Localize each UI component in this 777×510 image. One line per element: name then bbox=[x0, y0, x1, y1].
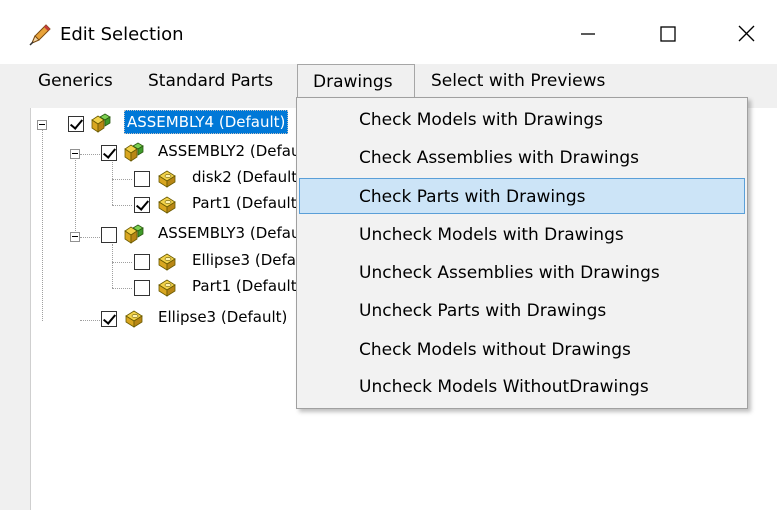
menu-item-uncheck-models-with-drawings[interactable]: Uncheck Models with Drawings bbox=[299, 217, 745, 253]
tree-line bbox=[75, 154, 76, 239]
tree-checkbox[interactable] bbox=[134, 254, 150, 270]
collapse-toggle-icon[interactable] bbox=[70, 232, 80, 242]
tree-node-label[interactable]: Ellipse3 (Default) bbox=[158, 306, 287, 328]
tree-checkbox[interactable] bbox=[68, 116, 84, 132]
menu-item-uncheck-models-without-drawings[interactable]: Uncheck Models WithoutDrawings bbox=[299, 369, 745, 405]
collapse-toggle-icon[interactable] bbox=[70, 149, 80, 159]
tree-line bbox=[80, 154, 100, 155]
menu-item-uncheck-assemblies-with-drawings[interactable]: Uncheck Assemblies with Drawings bbox=[299, 255, 745, 291]
assembly-icon bbox=[124, 142, 144, 162]
menu-item-uncheck-parts-with-drawings[interactable]: Uncheck Parts with Drawings bbox=[299, 293, 745, 329]
tree-line bbox=[42, 128, 43, 321]
drawings-dropdown-menu: Check Models with Drawings Check Assembl… bbox=[296, 97, 748, 409]
tree-line bbox=[112, 179, 132, 180]
tree-line bbox=[112, 244, 113, 288]
tree-line bbox=[80, 237, 100, 238]
tree-line bbox=[112, 288, 132, 289]
assembly-icon bbox=[124, 224, 144, 244]
tree-node-label[interactable]: Part1 (Default) bbox=[192, 275, 302, 297]
tree-checkbox[interactable] bbox=[134, 197, 150, 213]
assembly-icon bbox=[91, 113, 111, 133]
part-icon bbox=[125, 310, 143, 328]
tree-checkbox[interactable] bbox=[101, 145, 117, 161]
edit-selection-window: Edit Selection Generics Standard Parts D… bbox=[0, 0, 777, 510]
tree-node-label[interactable]: ASSEMBLY4 (Default) bbox=[124, 110, 289, 134]
tree-node-label[interactable]: ASSEMBLY3 (Default) bbox=[158, 222, 316, 244]
tree-line bbox=[112, 160, 113, 205]
tree-line bbox=[112, 262, 132, 263]
part-icon bbox=[158, 279, 176, 297]
tree-checkbox[interactable] bbox=[134, 171, 150, 187]
tree-line bbox=[112, 205, 132, 206]
tree-node-label[interactable]: ASSEMBLY2 (Default) bbox=[158, 140, 316, 162]
part-icon bbox=[158, 253, 176, 271]
tree-checkbox[interactable] bbox=[101, 311, 117, 327]
tree-line bbox=[80, 320, 100, 321]
menu-item-check-models-with-drawings[interactable]: Check Models with Drawings bbox=[299, 102, 745, 138]
tree-checkbox[interactable] bbox=[101, 227, 117, 243]
tree-node-label[interactable]: disk2 (Default) bbox=[192, 166, 303, 188]
menu-item-check-assemblies-with-drawings[interactable]: Check Assemblies with Drawings bbox=[299, 140, 745, 176]
menu-item-check-models-without-drawings[interactable]: Check Models without Drawings bbox=[299, 332, 745, 368]
tree-checkbox[interactable] bbox=[134, 280, 150, 296]
menu-item-check-parts-with-drawings[interactable]: Check Parts with Drawings bbox=[299, 178, 745, 214]
collapse-toggle-icon[interactable] bbox=[37, 120, 47, 130]
part-icon bbox=[158, 196, 176, 214]
tree-node-label[interactable]: Part1 (Default) bbox=[192, 192, 302, 214]
part-icon bbox=[158, 170, 176, 188]
